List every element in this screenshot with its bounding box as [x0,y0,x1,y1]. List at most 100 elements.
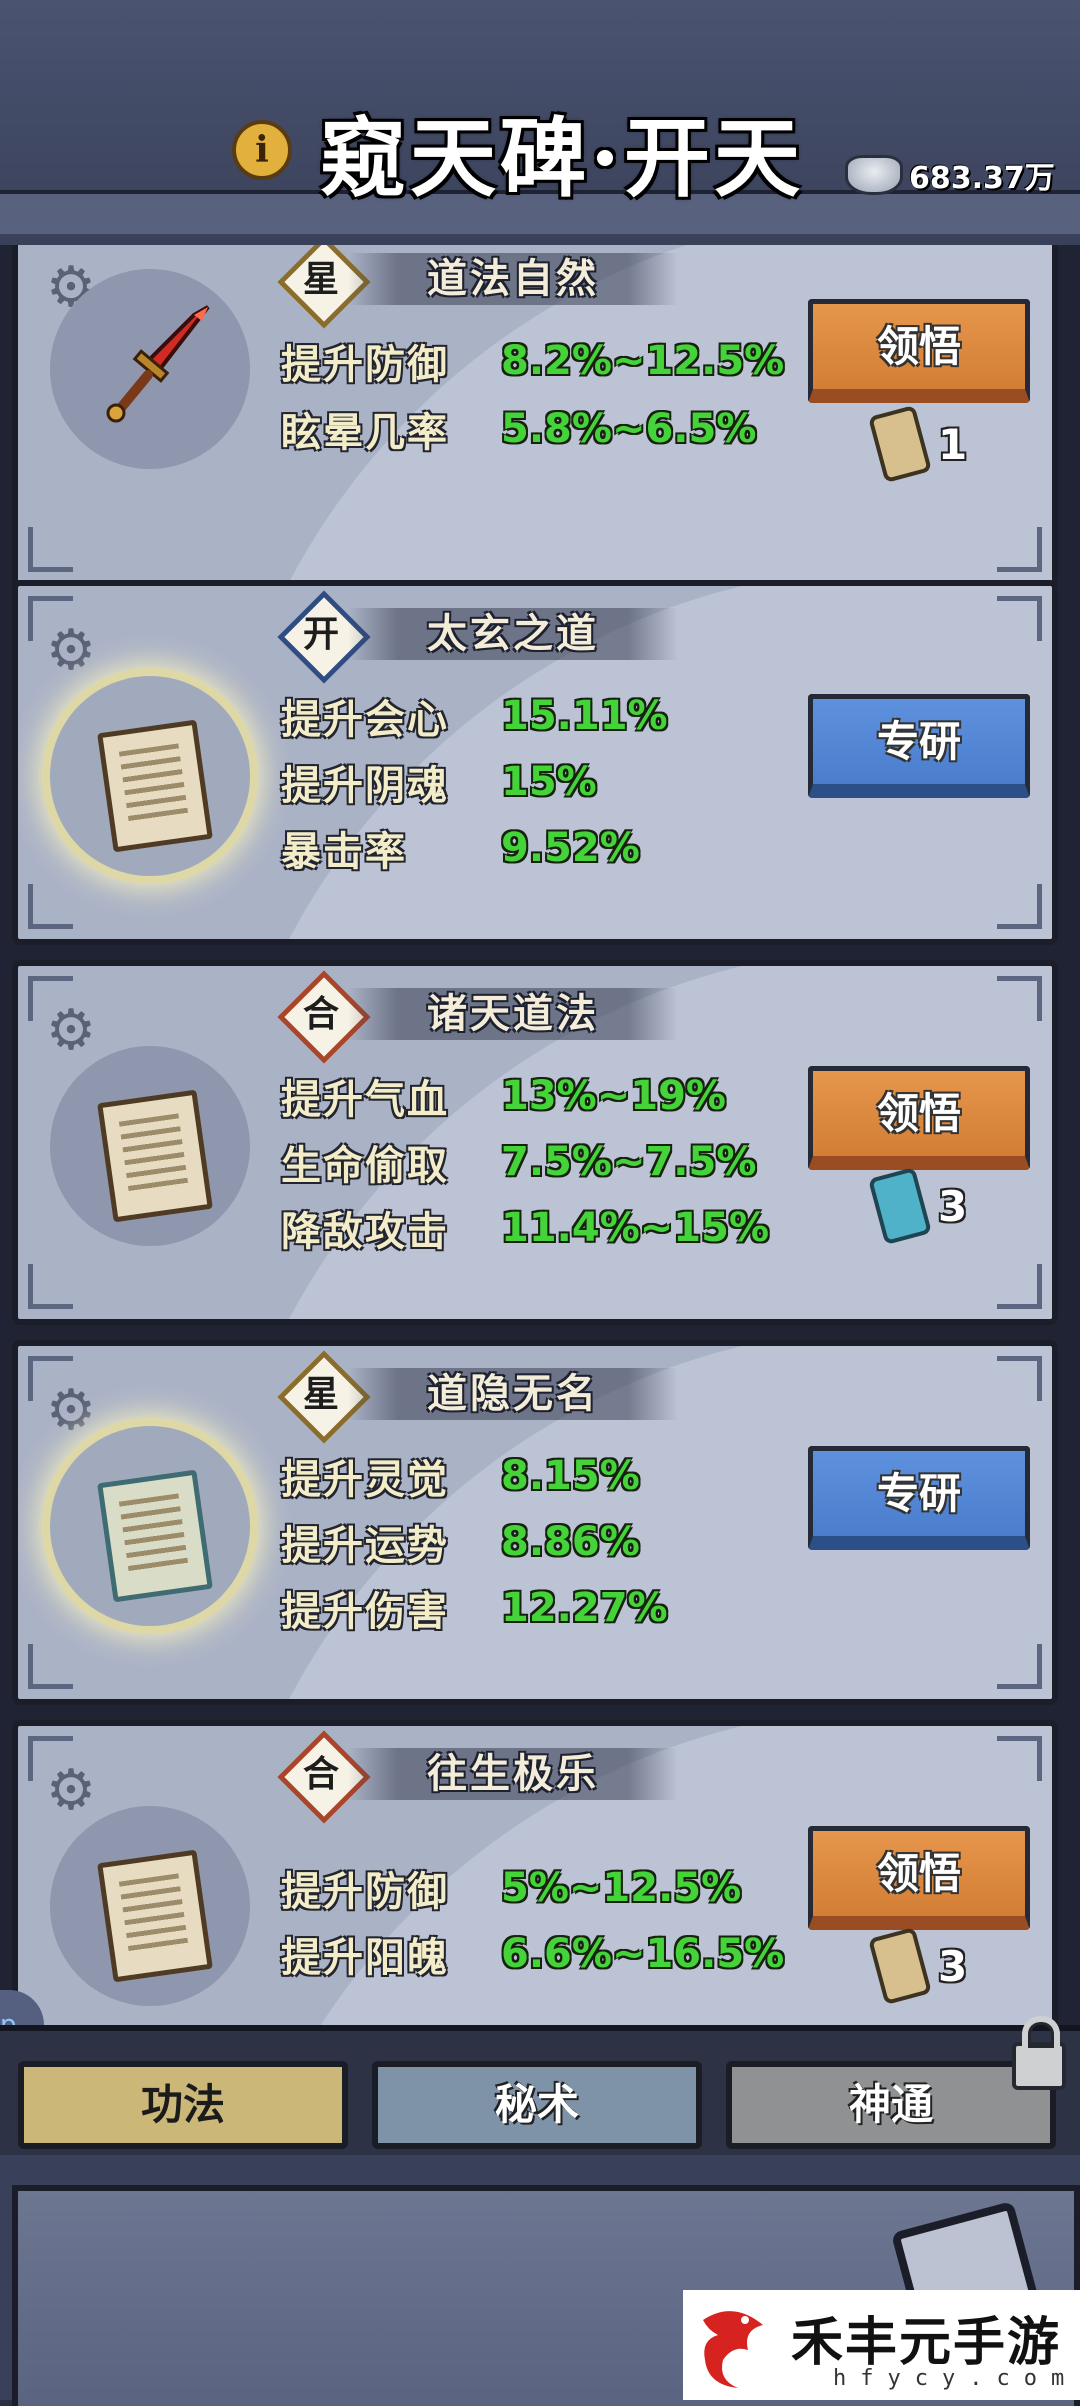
scroll-icon [868,1166,932,1246]
technique-card: ⚙ 星 道法自然 提升防御 8.2%~12.5% 眩晕几率 5.8%~6.5% … [12,245,1058,588]
stat-label: 眩晕几率 [281,409,449,456]
technique-icon-frame [50,1426,250,1626]
corner-ornament [997,1644,1042,1689]
corner-ornament [997,596,1042,641]
stat-value: 5.8%~6.5% [501,406,757,452]
stat-row: 暴击率 9.52% [281,816,640,880]
cost-display: 3 [868,1926,968,2006]
technique-name: 道法自然 [427,255,599,302]
technique-icon-frame [50,269,250,469]
stat-label: 提升防御 [281,1868,449,1915]
stat-value: 7.5%~7.5% [501,1139,757,1185]
watermark-brand: 禾丰元手游 [791,2313,1062,2373]
red-sword-icon [106,305,210,423]
corner-ornament [997,1736,1042,1781]
technique-card: ⚙ 开 太玄之道 提升会心 15.11% 提升阴魂 15% 暴击率 9.52% … [12,580,1058,945]
stat-value: 11.4%~15% [501,1205,770,1251]
scroll-icon [868,404,932,484]
comprehend-button[interactable]: 领悟 [808,1826,1030,1930]
technique-card: ⚙ 合 往生极乐 提升防御 5%~12.5% 提升阳魄 6.6%~16.5% 领… [12,1720,1058,2025]
corner-ornament [997,976,1042,1021]
corner-ornament [28,1644,73,1689]
tab-shentong[interactable]: 神通 [726,2061,1056,2149]
stat-row: 眩晕几率 5.8%~6.5% [281,397,756,461]
stat-label: 提升阳魄 [281,1934,449,1981]
gear-icon[interactable]: ⚙ [44,1383,98,1439]
currency-value: 683.37万 [909,161,1055,196]
technique-icon-frame [50,676,250,876]
stat-value: 12.27% [501,1585,668,1631]
stat-label: 提升运势 [281,1522,449,1569]
silver-ingot-icon [845,155,903,195]
header: i 窥天碑·开天 683.37万 [0,0,1080,251]
stat-value: 8.15% [501,1453,640,1499]
scroll-icon [97,1469,213,1603]
dragon-logo-icon [703,2311,763,2388]
stat-row: 提升伤害 12.27% [281,1576,668,1640]
stat-value: 9.52% [501,825,640,871]
stat-label: 提升会心 [281,696,449,743]
technique-name: 诸天道法 [427,990,599,1037]
study-button[interactable]: 专研 [808,694,1030,798]
corner-ornament [997,884,1042,929]
stat-label: 提升气血 [281,1076,449,1123]
corner-ornament [997,1356,1042,1401]
tab-mishu[interactable]: 秘术 [372,2061,702,2149]
study-button[interactable]: 专研 [808,1446,1030,1550]
stat-row: 生命偷取 7.5%~7.5% [281,1130,756,1194]
stat-value: 8.2%~12.5% [501,338,785,384]
cost-count: 3 [938,1941,968,1991]
stat-row: 提升会心 15.11% [281,684,668,748]
watermark: 禾丰元手游 hfycy.com [683,2290,1080,2400]
stat-value: 8.86% [501,1519,640,1565]
stat-label: 提升伤害 [281,1588,449,1635]
corner-ornament [997,527,1042,572]
stat-label: 提升防御 [281,341,449,388]
lock-icon [1012,2016,1066,2090]
cost-display: 3 [868,1166,968,1246]
stat-label: 生命偷取 [281,1142,449,1189]
cost-count: 1 [938,419,968,469]
scroll-icon [97,719,213,853]
technique-name: 往生极乐 [427,1750,599,1797]
tab-gongfa[interactable]: 功法 [18,2061,348,2149]
technique-list[interactable]: ⚙ 星 道法自然 提升防御 8.2%~12.5% 眩晕几率 5.8%~6.5% … [0,245,1080,2025]
stat-value: 5%~12.5% [501,1865,742,1911]
tab-bar: 功法 秘术 神通 [0,2025,1080,2161]
info-icon[interactable]: i [232,120,292,180]
corner-ornament [28,527,73,572]
stat-value: 6.6%~16.5% [501,1931,785,1977]
technique-card: ⚙ 星 道隐无名 提升灵觉 8.15% 提升运势 8.86% 提升伤害 12.2… [12,1340,1058,1705]
stat-label: 暴击率 [281,828,407,875]
watermark-domain: hfycy.com [833,2366,1079,2391]
technique-card: ⚙ 合 诸天道法 提升气血 13%~19% 生命偷取 7.5%~7.5% 降敌攻… [12,960,1058,1325]
comprehend-button[interactable]: 领悟 [808,1066,1030,1170]
stat-row: 降敌攻击 11.4%~15% [281,1196,769,1260]
comprehend-button[interactable]: 领悟 [808,299,1030,403]
cost-count: 3 [938,1181,968,1231]
corner-ornament [997,1264,1042,1309]
technique-name: 太玄之道 [427,610,599,657]
corner-ornament [28,1264,73,1309]
stat-row: 提升阴魂 15% [281,750,597,814]
scroll-icon [868,1926,932,2006]
stat-label: 提升灵觉 [281,1456,449,1503]
scroll-icon [97,1089,213,1223]
stat-value: 13%~19% [501,1073,726,1119]
stat-row: 提升阳魄 6.6%~16.5% [281,1922,784,1986]
stat-row: 提升气血 13%~19% [281,1064,726,1128]
currency-display: 683.37万 [845,150,1055,200]
page-title: 窥天碑·开天 [320,108,804,209]
gear-icon[interactable]: ⚙ [44,1003,98,1059]
technique-name: 道隐无名 [427,1370,599,1417]
gear-icon[interactable]: ⚙ [44,1763,98,1819]
gear-icon[interactable]: ⚙ [44,623,98,679]
cost-display: 1 [868,404,968,484]
technique-icon-frame [50,1046,250,1246]
corner-ornament [28,884,73,929]
stat-row: 提升灵觉 8.15% [281,1444,640,1508]
stat-value: 15.11% [501,693,668,739]
stat-label: 降敌攻击 [281,1208,449,1255]
stat-label: 提升阴魂 [281,762,449,809]
stat-row: 提升防御 8.2%~12.5% [281,329,784,393]
